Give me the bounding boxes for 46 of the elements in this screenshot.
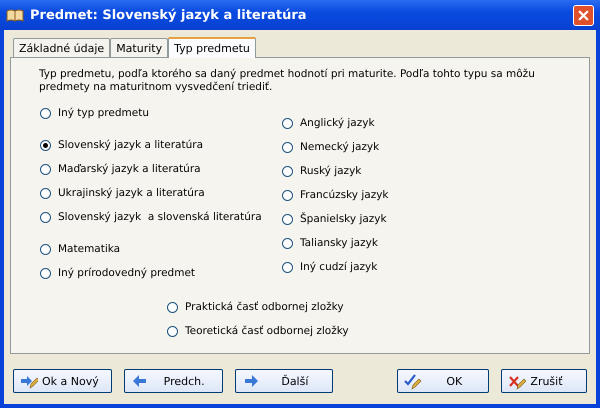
radio-option[interactable]: Praktická časť odbornej zložky [167,298,563,316]
radio-button[interactable] [40,108,51,118]
close-button[interactable] [573,4,594,26]
radio-option[interactable]: Nemecký jazyk [282,138,389,156]
radio-button[interactable] [282,142,293,152]
radio-option[interactable]: Iný typ predmetu [40,104,282,122]
radio-option[interactable]: Iný prírodovedný predmet [40,264,282,282]
close-icon [578,10,589,20]
radio-button[interactable] [282,118,293,128]
check-pencil-icon [404,372,422,390]
radio-button[interactable] [282,166,293,176]
radio-option[interactable]: Slovenský jazyk a slovenská literatúra [40,208,282,226]
radio-button[interactable] [40,212,51,222]
description-text: Typ predmetu, podľa ktorého sa daný predmet hodnotí pri maturite. Podľa tohto typu sa môžu predmety na maturitnom vysvedčení triediť. [39,68,536,94]
book-icon [6,8,24,22]
radio-option[interactable]: Francúzsky jazyk [282,186,389,204]
radio-button[interactable] [282,262,293,272]
radio-button[interactable] [282,214,293,224]
radio-button[interactable] [167,302,178,312]
tab[interactable]: Základné údaje [13,38,110,57]
radio-button[interactable] [40,268,51,278]
radio-option[interactable]: Anglický jazyk [282,114,389,132]
window-title: Predmet: Slovenský jazyk a literatúra [30,8,308,22]
radio-button[interactable] [167,326,178,336]
radio-button[interactable] [40,188,51,198]
tab[interactable]: Maturity [110,38,168,57]
radio-button[interactable] [282,190,293,200]
tab[interactable]: Typ predmetu [168,37,256,58]
radio-option[interactable]: Ukrajinský jazyk a literatúra [40,184,282,202]
ok-button[interactable]: OK [397,369,490,393]
radio-option[interactable]: Taliansky jazyk [282,234,389,252]
previous-button[interactable]: Predch. [124,369,222,393]
radio-option[interactable]: Teoretická časť odbornej zložky [167,322,563,340]
radio-button[interactable] [40,244,51,254]
radio-button[interactable] [40,164,51,174]
next-button[interactable]: Ďalší [234,369,334,393]
radio-button[interactable] [282,238,293,248]
radio-option[interactable]: Matematika [40,240,282,258]
radio-option[interactable]: Maďarský jazyk a literatúra [40,160,282,178]
radio-option[interactable]: Slovenský jazyk a literatúra [40,136,282,154]
save-new-button[interactable]: Ok a Nový [13,369,112,393]
radio-option[interactable]: Španielsky jazyk [282,210,389,228]
radio-option[interactable]: Iný cudzí jazyk [282,258,389,276]
radio-option[interactable]: Ruský jazyk [282,162,389,180]
cancel-button[interactable]: Zrušiť [501,369,587,393]
radio-button[interactable] [40,140,51,150]
